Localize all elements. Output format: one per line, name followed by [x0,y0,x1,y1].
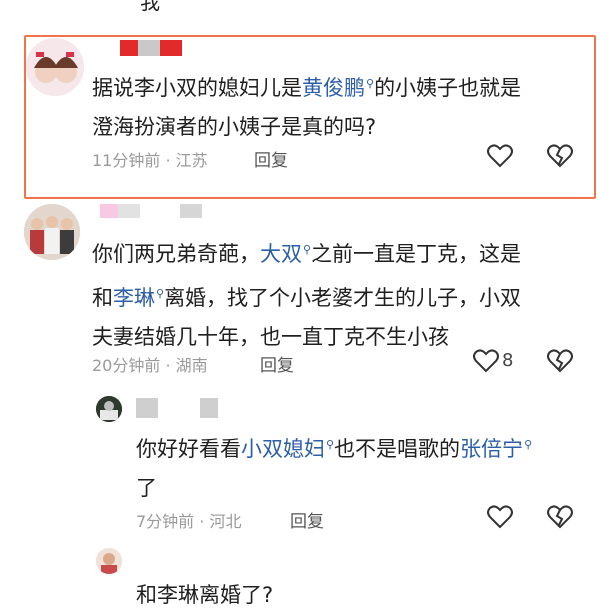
comment-3-text: 你好好看看小双媳妇⚲也不是唱歌的张倍宁⚲ 了 [136,425,532,508]
mention-link[interactable]: 大双 [260,242,302,266]
comment-2-like-count: 8 [502,350,514,371]
comment-2-line-1: 你们两兄弟奇葩，大双⚲之前一直是丁克，这是 [92,242,522,266]
mention-link[interactable]: 张倍宁 [460,437,523,461]
comment-2-text: 你们两兄弟奇葩，大双⚲之前一直是丁克，这是 和李琳⚲离婚，找了个小老婆才生的儿子… [92,230,521,357]
comment-1-time-location: 11分钟前 · 江苏 [92,151,208,170]
like-heart-icon[interactable] [486,143,514,169]
search-mini-icon: ⚲ [303,243,312,256]
comment-1-line-1: 据说李小双的媳妇儿是黄俊鹏⚲的小姨子也就是 [92,76,522,100]
avatar-1[interactable] [26,38,84,96]
like-heart-icon[interactable] [486,504,514,530]
search-mini-icon: ⚲ [366,77,375,90]
dislike-broken-heart-icon[interactable] [546,143,574,169]
comment-3-reply-button[interactable]: 回复 [290,507,324,532]
dislike-broken-heart-icon[interactable] [546,348,574,374]
avatar-image [26,38,84,96]
comment-4-text: 和李琳离婚了? [136,576,273,615]
mention-link[interactable]: 李琳 [113,286,155,310]
avatar-image [24,204,80,260]
comment-3-line-1: 你好好看看小双媳妇⚲也不是唱歌的张倍宁⚲ [136,437,533,461]
comment-3-time-location: 7分钟前 · 河北 [136,512,242,531]
search-mini-icon: ⚲ [156,287,165,300]
comment-2-time-location: 20分钟前 · 湖南 [92,356,208,375]
search-mini-icon: ⚲ [524,438,533,451]
mention-link[interactable]: 黄俊鹏 [302,76,365,100]
comment-1-reply-button[interactable]: 回复 [254,146,288,171]
avatar-image [96,548,122,574]
dislike-broken-heart-icon[interactable] [546,504,574,530]
avatar-2[interactable] [24,204,80,260]
comment-2-line-2: 和李琳⚲离婚，找了个小老婆才生的儿子，小双 [92,286,522,310]
search-mini-icon: ⚲ [326,438,335,451]
comment-1-line-2: 澄海扮演者的小姨子是真的吗? [92,115,377,139]
avatar-3[interactable] [96,396,122,422]
comment-3-line-2: 了 [136,476,157,500]
mention-link[interactable]: 小双媳妇 [241,437,325,461]
comment-1-text: 据说李小双的媳妇儿是黄俊鹏⚲的小姨子也就是 澄海扮演者的小姨子是真的吗? [92,64,521,147]
comment-4-line-1: 和李琳离婚了? [136,583,274,607]
comment-2-reply-button[interactable]: 回复 [260,351,294,376]
avatar-4[interactable] [96,548,122,574]
previous-comment-fragment: 我 [140,0,160,14]
like-heart-icon[interactable] [472,348,500,374]
avatar-image [96,396,122,422]
